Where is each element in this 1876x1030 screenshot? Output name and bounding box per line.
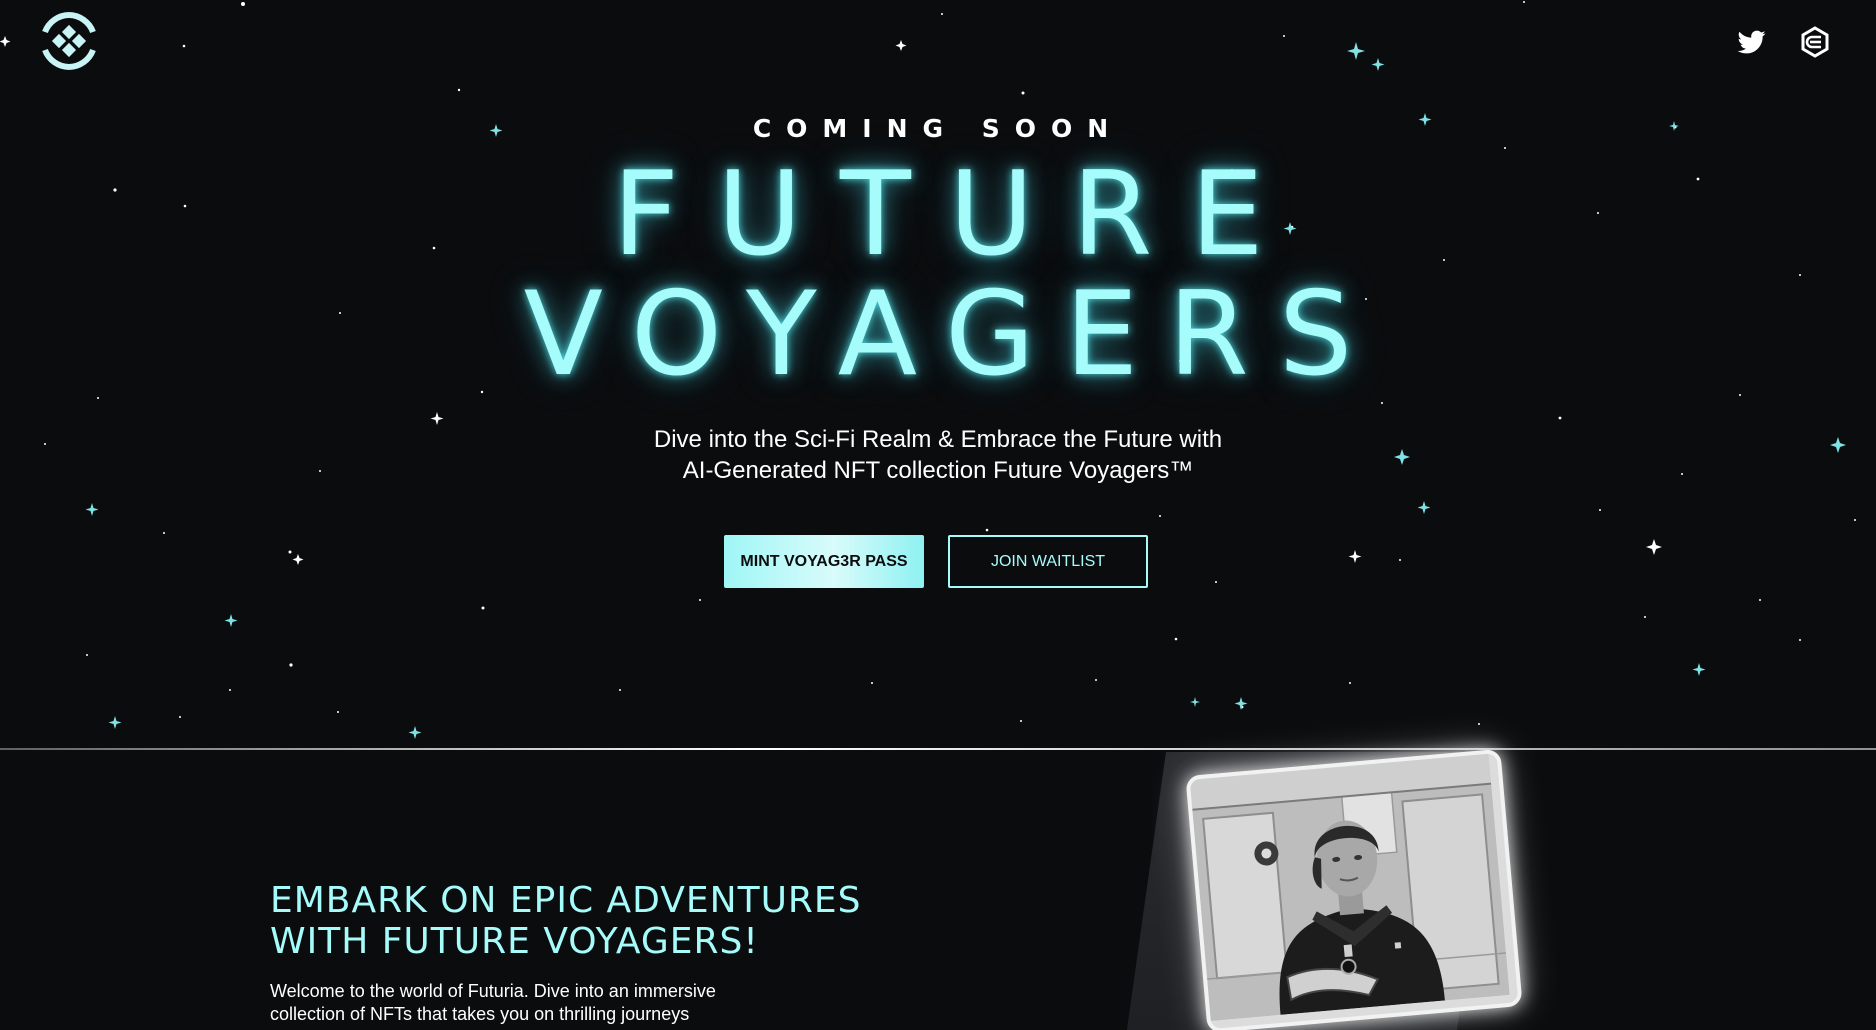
hero-subtitle-line2: AI-Generated NFT collection Future Voyag… <box>682 457 1194 484</box>
join-waitlist-button[interactable]: JOIN WAITLIST <box>948 535 1148 588</box>
nft-preview-card <box>1185 748 1523 1030</box>
about-body: Welcome to the world of Futuria. Dive in… <box>270 980 790 1026</box>
opensea-eth-icon <box>1801 26 1829 58</box>
hero-title-line1: FUTURE <box>612 147 1302 282</box>
about-heading-line1: EMBARK ON EPIC ADVENTURES <box>270 880 862 921</box>
about-heading-line2: WITH FUTURE VOYAGERS! <box>270 921 759 962</box>
section-divider <box>0 748 1876 750</box>
hero-subtitle-line1: Dive into the Sci-Fi Realm & Embrace the… <box>653 426 1223 453</box>
about-heading: EMBARK ON EPIC ADVENTURES WITH FUTURE VO… <box>270 880 862 962</box>
about-body-line2: collection of NFTs that takes you on thr… <box>270 1004 690 1024</box>
hero-title-line2: VOYAGERS <box>523 267 1383 402</box>
marketplace-link[interactable] <box>1797 24 1833 60</box>
mint-pass-button[interactable]: MINT VOYAG3R PASS <box>724 535 924 588</box>
twitter-link[interactable] <box>1734 24 1770 60</box>
join-waitlist-button-label: JOIN WAITLIST <box>990 552 1106 570</box>
landing-page: COMING SOON FUTURE VOYAGERS Dive into th… <box>0 0 1876 1030</box>
nft-character-image <box>1189 753 1510 1021</box>
site-logo[interactable] <box>40 12 98 70</box>
mint-pass-button-label: MINT VOYAG3R PASS <box>740 552 908 570</box>
about-body-line1: Welcome to the world of Futuria. Dive in… <box>270 981 716 1001</box>
coming-soon-kicker: COMING SOON <box>752 114 1124 143</box>
voyagers-logo-icon <box>42 12 96 70</box>
twitter-icon <box>1737 30 1766 54</box>
